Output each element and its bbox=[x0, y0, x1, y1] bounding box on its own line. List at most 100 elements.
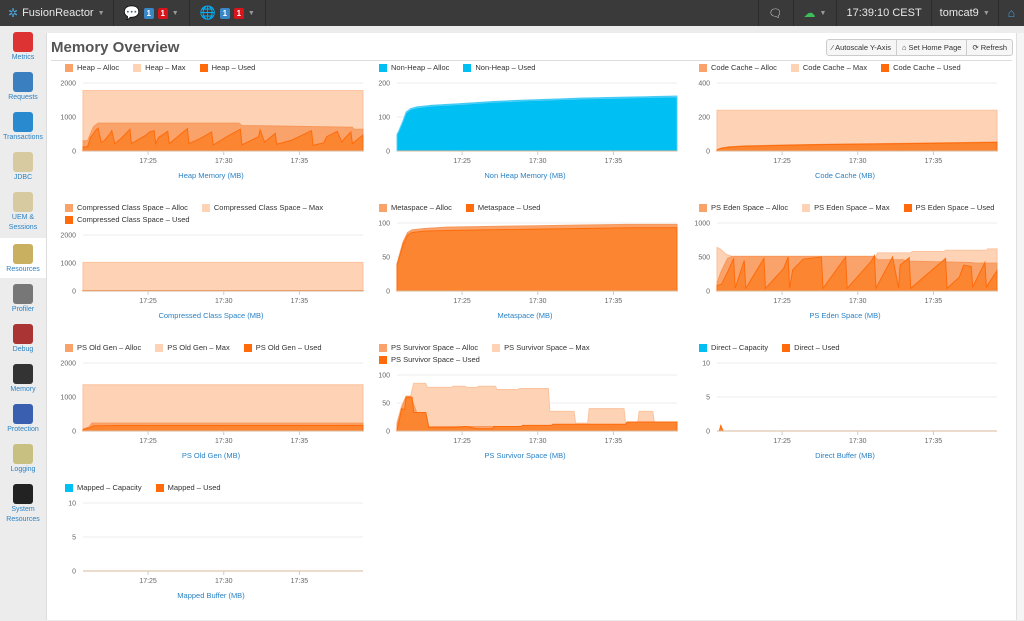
chart-title[interactable]: PS Eden Space (MB) bbox=[687, 311, 1003, 320]
globe-menu[interactable]: 🌐 1 1 ▼ bbox=[190, 0, 266, 26]
legend-item[interactable]: Direct – Used bbox=[782, 343, 839, 352]
clock: 17:39:10 CEST bbox=[836, 0, 930, 26]
sidebar-item-transactions[interactable]: Transactions bbox=[0, 106, 46, 146]
legend-item[interactable]: Code Cache – Alloc bbox=[699, 63, 777, 72]
chat-button[interactable]: 🗨 bbox=[758, 0, 793, 26]
legend-item[interactable]: PS Old Gen – Alloc bbox=[65, 343, 141, 352]
sidebar-item-label: Debug bbox=[13, 344, 34, 356]
refresh-label: Refresh bbox=[981, 43, 1007, 52]
y-tick-label: 2000 bbox=[60, 233, 76, 240]
legend-item[interactable]: Mapped – Capacity bbox=[65, 483, 142, 492]
chart-panel: Compressed Class Space – Alloc Compressed… bbox=[53, 203, 369, 341]
sidebar-item-requests[interactable]: Requests bbox=[0, 66, 46, 106]
legend-item[interactable]: Code Cache – Used bbox=[881, 63, 961, 72]
legend-item[interactable]: Heap – Used bbox=[200, 63, 256, 72]
chart-panel: Direct – Capacity Direct – Used 051017:251… bbox=[687, 343, 1003, 481]
legend-item[interactable]: PS Survivor Space – Used bbox=[379, 355, 480, 364]
sidebar-item-uem[interactable]: UEM &Sessions bbox=[0, 186, 46, 238]
legend-item[interactable]: Heap – Max bbox=[133, 63, 185, 72]
chart-title[interactable]: Non Heap Memory (MB) bbox=[367, 171, 683, 180]
legend-item[interactable]: Code Cache – Max bbox=[791, 63, 867, 72]
chart-title[interactable]: PS Survivor Space (MB) bbox=[367, 451, 683, 460]
autoscale-y-axis-button[interactable]: ⁄ Autoscale Y-Axis bbox=[827, 40, 897, 55]
sidebar-item-label: Metrics bbox=[12, 52, 35, 64]
status-menu[interactable]: ☁ ▼ bbox=[793, 0, 837, 26]
legend-item[interactable]: Heap – Alloc bbox=[65, 63, 119, 72]
legend-item[interactable]: Mapped – Used bbox=[156, 483, 221, 492]
chart-title[interactable]: Code Cache (MB) bbox=[687, 171, 1003, 180]
legend-swatch bbox=[65, 64, 73, 72]
legend-item[interactable]: PS Survivor Space – Max bbox=[492, 343, 589, 352]
y-tick-label: 200 bbox=[698, 115, 710, 122]
sidebar-item-logging[interactable]: Logging bbox=[0, 438, 46, 478]
y-tick-label: 0 bbox=[72, 429, 76, 436]
legend-label: Non-Heap – Used bbox=[475, 63, 535, 72]
home-icon: ⌂ bbox=[1008, 6, 1015, 20]
y-tick-label: 0 bbox=[706, 289, 710, 296]
chart-legend: Mapped – Capacity Mapped – Used bbox=[65, 483, 365, 492]
alert-bubble-icon: 💬 bbox=[124, 5, 140, 21]
x-tick-label: 17:30 bbox=[529, 158, 547, 165]
home-button[interactable]: ⌂ bbox=[998, 0, 1024, 26]
legend-item[interactable]: Non-Heap – Used bbox=[463, 63, 535, 72]
app-menu[interactable]: ✲ FusionReactor ▼ bbox=[0, 0, 114, 26]
legend-item[interactable]: PS Old Gen – Max bbox=[155, 343, 230, 352]
legend-item[interactable]: Non-Heap – Alloc bbox=[379, 63, 449, 72]
legend-label: Mapped – Capacity bbox=[77, 483, 142, 492]
sidebar-item-system[interactable]: SystemResources bbox=[0, 478, 46, 530]
sidebar-item-protection[interactable]: Protection bbox=[0, 398, 46, 438]
refresh-button[interactable]: ⟳ Refresh bbox=[967, 40, 1012, 55]
series-area-compressed-class-space-max bbox=[83, 262, 363, 291]
globe-count-blue: 1 bbox=[220, 8, 230, 19]
legend-item[interactable]: Compressed Class Space – Alloc bbox=[65, 203, 188, 212]
chart-plot: 010020017:2517:3017:35 bbox=[367, 75, 683, 175]
legend-label: Direct – Used bbox=[794, 343, 839, 352]
legend-item[interactable]: PS Old Gen – Used bbox=[244, 343, 322, 352]
set-home-page-button[interactable]: ⌂ Set Home Page bbox=[897, 40, 967, 55]
instance-menu[interactable]: tomcat9 ▼ bbox=[931, 0, 998, 26]
notifications-menu[interactable]: 💬 1 1 ▼ bbox=[114, 0, 190, 26]
legend-swatch bbox=[904, 204, 912, 212]
scrollbar[interactable] bbox=[1016, 33, 1024, 620]
sidebar-item-profiler[interactable]: Profiler bbox=[0, 278, 46, 318]
y-tick-label: 0 bbox=[386, 429, 390, 436]
notification-count-red: 1 bbox=[158, 8, 168, 19]
profiler-icon bbox=[13, 284, 33, 304]
chart-title[interactable]: Heap Memory (MB) bbox=[53, 171, 369, 180]
chart-title[interactable]: Compressed Class Space (MB) bbox=[53, 311, 369, 320]
legend-item[interactable]: PS Eden Space – Max bbox=[802, 203, 889, 212]
chart-panel: Code Cache – Alloc Code Cache – Max Code C… bbox=[687, 63, 1003, 201]
sidebar-item-debug[interactable]: Debug bbox=[0, 318, 46, 358]
chart-title[interactable]: PS Old Gen (MB) bbox=[53, 451, 369, 460]
sidebar-item-jdbc[interactable]: JDBC bbox=[0, 146, 46, 186]
chart-plot: 01000200017:2517:3017:35 bbox=[53, 75, 369, 175]
x-tick-label: 17:35 bbox=[605, 298, 623, 305]
legend-item[interactable]: PS Survivor Space – Alloc bbox=[379, 343, 478, 352]
legend-swatch bbox=[802, 204, 810, 212]
legend-label: PS Old Gen – Used bbox=[256, 343, 322, 352]
legend-item[interactable]: Compressed Class Space – Max bbox=[202, 203, 323, 212]
legend-item[interactable]: Compressed Class Space – Used bbox=[65, 215, 190, 224]
chart-title[interactable]: Mapped Buffer (MB) bbox=[53, 591, 369, 600]
legend-item[interactable]: Metaspace – Used bbox=[466, 203, 541, 212]
chart-plot: 051017:2517:3017:35 bbox=[687, 355, 1003, 455]
sidebar-item-metrics[interactable]: Metrics bbox=[0, 26, 46, 66]
legend-label: Code Cache – Used bbox=[893, 63, 961, 72]
legend-item[interactable]: PS Eden Space – Used bbox=[904, 203, 995, 212]
legend-item[interactable]: PS Eden Space – Alloc bbox=[699, 203, 788, 212]
main-content: Memory Overview ⁄ Autoscale Y-Axis ⌂ Set… bbox=[46, 33, 1016, 620]
top-navbar: ✲ FusionReactor ▼ 💬 1 1 ▼ 🌐 1 1 ▼ 🗨 ☁ ▼ … bbox=[0, 0, 1024, 26]
sidebar-item-label: Resources bbox=[6, 264, 39, 276]
uem-sessions-icon bbox=[13, 192, 33, 212]
y-tick-label: 0 bbox=[72, 289, 76, 296]
legend-label: PS Survivor Space – Max bbox=[504, 343, 589, 352]
legend-label: Direct – Capacity bbox=[711, 343, 768, 352]
chart-title[interactable]: Metaspace (MB) bbox=[367, 311, 683, 320]
sidebar-item-memory[interactable]: Memory bbox=[0, 358, 46, 398]
sidebar-item-resources[interactable]: Resources bbox=[0, 238, 46, 278]
legend-item[interactable]: Direct – Capacity bbox=[699, 343, 768, 352]
chart-title[interactable]: Direct Buffer (MB) bbox=[687, 451, 1003, 460]
x-tick-label: 17:35 bbox=[291, 298, 309, 305]
y-tick-label: 0 bbox=[706, 429, 710, 436]
legend-item[interactable]: Metaspace – Alloc bbox=[379, 203, 452, 212]
